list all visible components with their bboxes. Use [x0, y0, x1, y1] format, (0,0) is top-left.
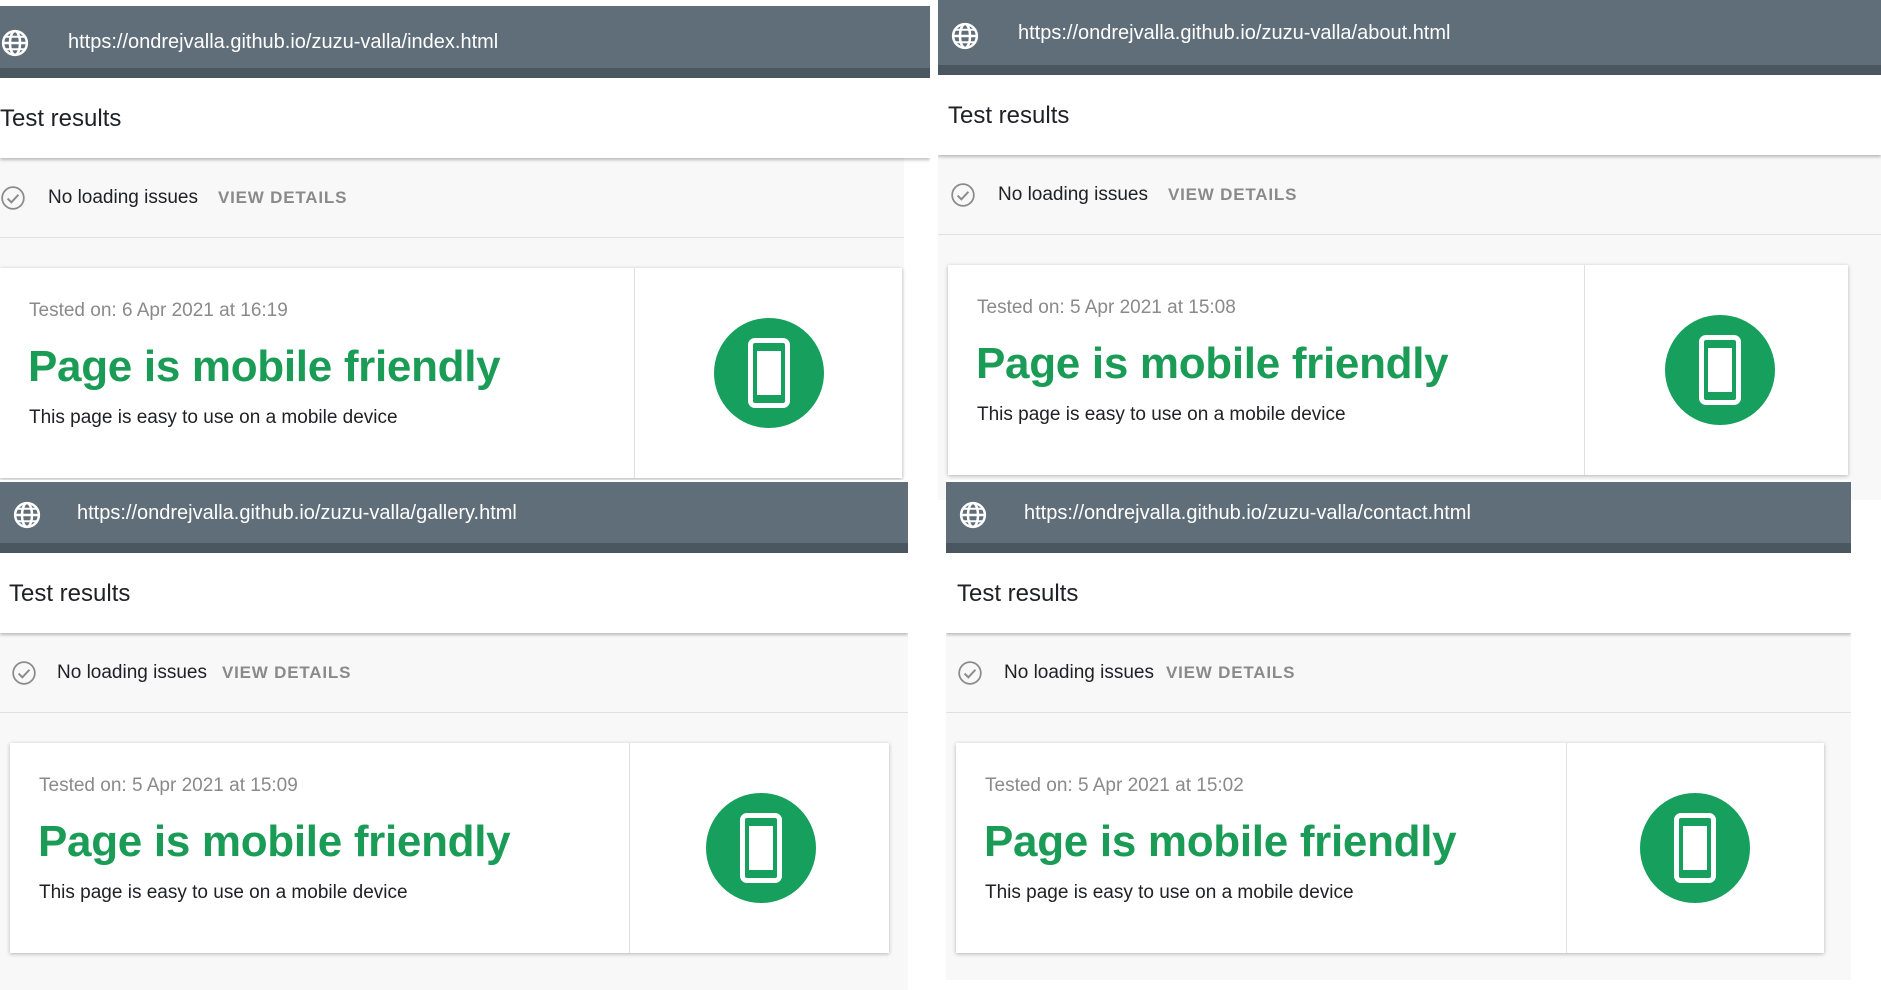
view-details-button[interactable]: VIEW DETAILS: [218, 188, 347, 208]
check-circle-icon: [12, 661, 36, 685]
status-text: No loading issues: [57, 662, 207, 683]
results-body: No loading issues VIEW DETAILS Tested on…: [0, 633, 908, 990]
mobile-friendly-badge: [706, 793, 816, 903]
results-title: Test results: [0, 105, 122, 132]
results-title: Test results: [957, 580, 1079, 607]
url-bar: https://ondrejvalla.github.io/zuzu-valla…: [0, 6, 930, 78]
result-card: Tested on: 5 Apr 2021 at 15:09 Page is m…: [10, 743, 889, 953]
result-summary: Tested on: 6 Apr 2021 at 16:19 Page is m…: [0, 268, 635, 478]
tested-url[interactable]: https://ondrejvalla.github.io/zuzu-valla…: [77, 502, 517, 525]
smartphone-icon: [1674, 813, 1716, 883]
tested-url[interactable]: https://ondrejvalla.github.io/zuzu-valla…: [1024, 502, 1471, 525]
tested-on-text: Tested on: 5 Apr 2021 at 15:02: [985, 775, 1244, 796]
results-title: Test results: [948, 102, 1070, 129]
mobile-friendly-badge: [1640, 793, 1750, 903]
results-header: Test results: [0, 553, 908, 633]
results-body: No loading issues VIEW DETAILS Tested on…: [946, 633, 1851, 980]
url-bar: https://ondrejvalla.github.io/zuzu-valla…: [946, 482, 1851, 553]
check-circle-icon: [958, 661, 982, 685]
tested-on-text: Tested on: 5 Apr 2021 at 15:08: [977, 297, 1236, 318]
result-description: This page is easy to use on a mobile dev…: [39, 882, 408, 903]
smartphone-icon: [748, 338, 790, 408]
status-text: No loading issues: [48, 187, 198, 208]
results-header: Test results: [0, 78, 930, 158]
result-summary: Tested on: 5 Apr 2021 at 15:02 Page is m…: [956, 743, 1567, 953]
result-summary: Tested on: 5 Apr 2021 at 15:08 Page is m…: [948, 265, 1585, 475]
tested-url[interactable]: https://ondrejvalla.github.io/zuzu-valla…: [1018, 22, 1450, 45]
loading-status-row: No loading issues VIEW DETAILS: [0, 633, 908, 713]
globe-icon: [959, 501, 987, 529]
check-circle-icon: [1, 186, 25, 210]
tested-url[interactable]: https://ondrejvalla.github.io/zuzu-valla…: [68, 31, 498, 54]
result-description: This page is easy to use on a mobile dev…: [977, 404, 1346, 425]
globe-icon: [13, 501, 41, 529]
result-headline: Page is mobile friendly: [984, 817, 1457, 866]
url-bar: https://ondrejvalla.github.io/zuzu-valla…: [0, 482, 908, 553]
result-headline: Page is mobile friendly: [38, 817, 511, 866]
result-card: Tested on: 5 Apr 2021 at 15:08 Page is m…: [948, 265, 1848, 475]
result-panel-gallery: https://ondrejvalla.github.io/zuzu-valla…: [0, 480, 908, 990]
result-headline: Page is mobile friendly: [28, 342, 501, 391]
globe-icon: [951, 22, 979, 50]
mobile-friendly-badge: [1665, 315, 1775, 425]
loading-status-row: No loading issues VIEW DETAILS: [0, 158, 904, 238]
status-text: No loading issues: [998, 184, 1148, 205]
results-body: No loading issues VIEW DETAILS Tested on…: [938, 155, 1881, 500]
result-card: Tested on: 6 Apr 2021 at 16:19 Page is m…: [0, 268, 902, 478]
mobile-friendly-badge: [714, 318, 824, 428]
result-summary: Tested on: 5 Apr 2021 at 15:09 Page is m…: [10, 743, 630, 953]
result-description: This page is easy to use on a mobile dev…: [985, 882, 1354, 903]
tested-on-text: Tested on: 5 Apr 2021 at 15:09: [39, 775, 298, 796]
check-circle-icon: [951, 183, 975, 207]
results-title: Test results: [9, 580, 131, 607]
results-header: Test results: [946, 553, 1851, 633]
result-card: Tested on: 5 Apr 2021 at 15:02 Page is m…: [956, 743, 1824, 953]
tested-on-text: Tested on: 6 Apr 2021 at 16:19: [29, 300, 288, 321]
smartphone-icon: [1699, 335, 1741, 405]
result-panel-about: https://ondrejvalla.github.io/zuzu-valla…: [938, 0, 1881, 500]
result-headline: Page is mobile friendly: [976, 339, 1449, 388]
results-header: Test results: [938, 75, 1881, 155]
result-description: This page is easy to use on a mobile dev…: [29, 407, 398, 428]
result-panel-index: https://ondrejvalla.github.io/zuzu-valla…: [0, 0, 930, 485]
loading-status-row: No loading issues VIEW DETAILS: [946, 633, 1851, 713]
view-details-button[interactable]: VIEW DETAILS: [1168, 185, 1297, 205]
globe-icon: [1, 29, 29, 57]
result-panel-contact: https://ondrejvalla.github.io/zuzu-valla…: [946, 480, 1851, 980]
url-bar: https://ondrejvalla.github.io/zuzu-valla…: [938, 0, 1881, 75]
view-details-button[interactable]: VIEW DETAILS: [1166, 663, 1295, 683]
loading-status-row: No loading issues VIEW DETAILS: [938, 155, 1881, 235]
status-text: No loading issues: [1004, 662, 1154, 683]
smartphone-icon: [740, 813, 782, 883]
results-body: No loading issues VIEW DETAILS Tested on…: [0, 158, 904, 485]
view-details-button[interactable]: VIEW DETAILS: [222, 663, 351, 683]
